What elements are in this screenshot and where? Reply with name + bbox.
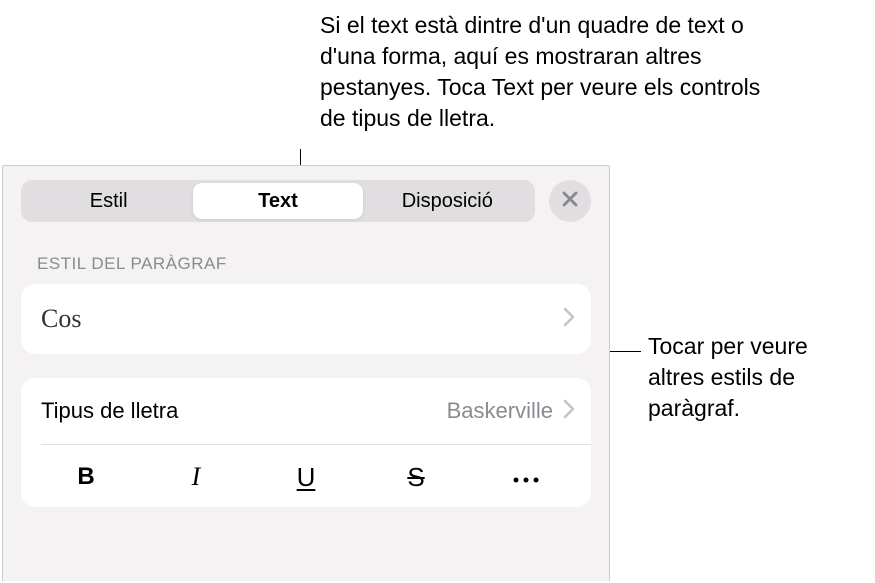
chevron-right-icon [563,307,575,332]
tab-style[interactable]: Estil [24,183,193,219]
underline-button[interactable]: U [256,455,356,499]
format-panel: Estil Text Disposició ESTIL DEL PARÀGRAF… [2,165,610,581]
segmented-control: Estil Text Disposició [21,180,535,222]
close-button[interactable] [549,180,591,222]
paragraph-style-heading: ESTIL DEL PARÀGRAF [37,254,609,274]
strikethrough-button[interactable]: S [366,455,466,499]
paragraph-style-value: Cos [41,304,81,334]
font-card: Tipus de lletra Baskerville B I U S [21,378,591,507]
italic-button[interactable]: I [146,455,246,499]
font-row[interactable]: Tipus de lletra Baskerville [21,378,591,444]
paragraph-style-row[interactable]: Cos [21,284,591,354]
tab-layout[interactable]: Disposició [363,183,532,219]
font-value: Baskerville [447,398,553,424]
more-options-button[interactable] [476,455,576,499]
more-icon [512,463,540,491]
chevron-right-icon [563,399,575,424]
tab-text[interactable]: Text [193,183,362,219]
close-icon [561,190,579,213]
bold-button[interactable]: B [36,455,136,499]
text-style-buttons-row: B I U S [21,445,591,507]
callout-text-top: Si el text està dintre d'un quadre de te… [320,10,780,134]
paragraph-style-card: Cos [21,284,591,354]
callout-text-right: Tocar per veure altres estils de paràgra… [648,331,868,424]
tab-bar: Estil Text Disposició [3,166,609,222]
font-label: Tipus de lletra [41,398,178,424]
